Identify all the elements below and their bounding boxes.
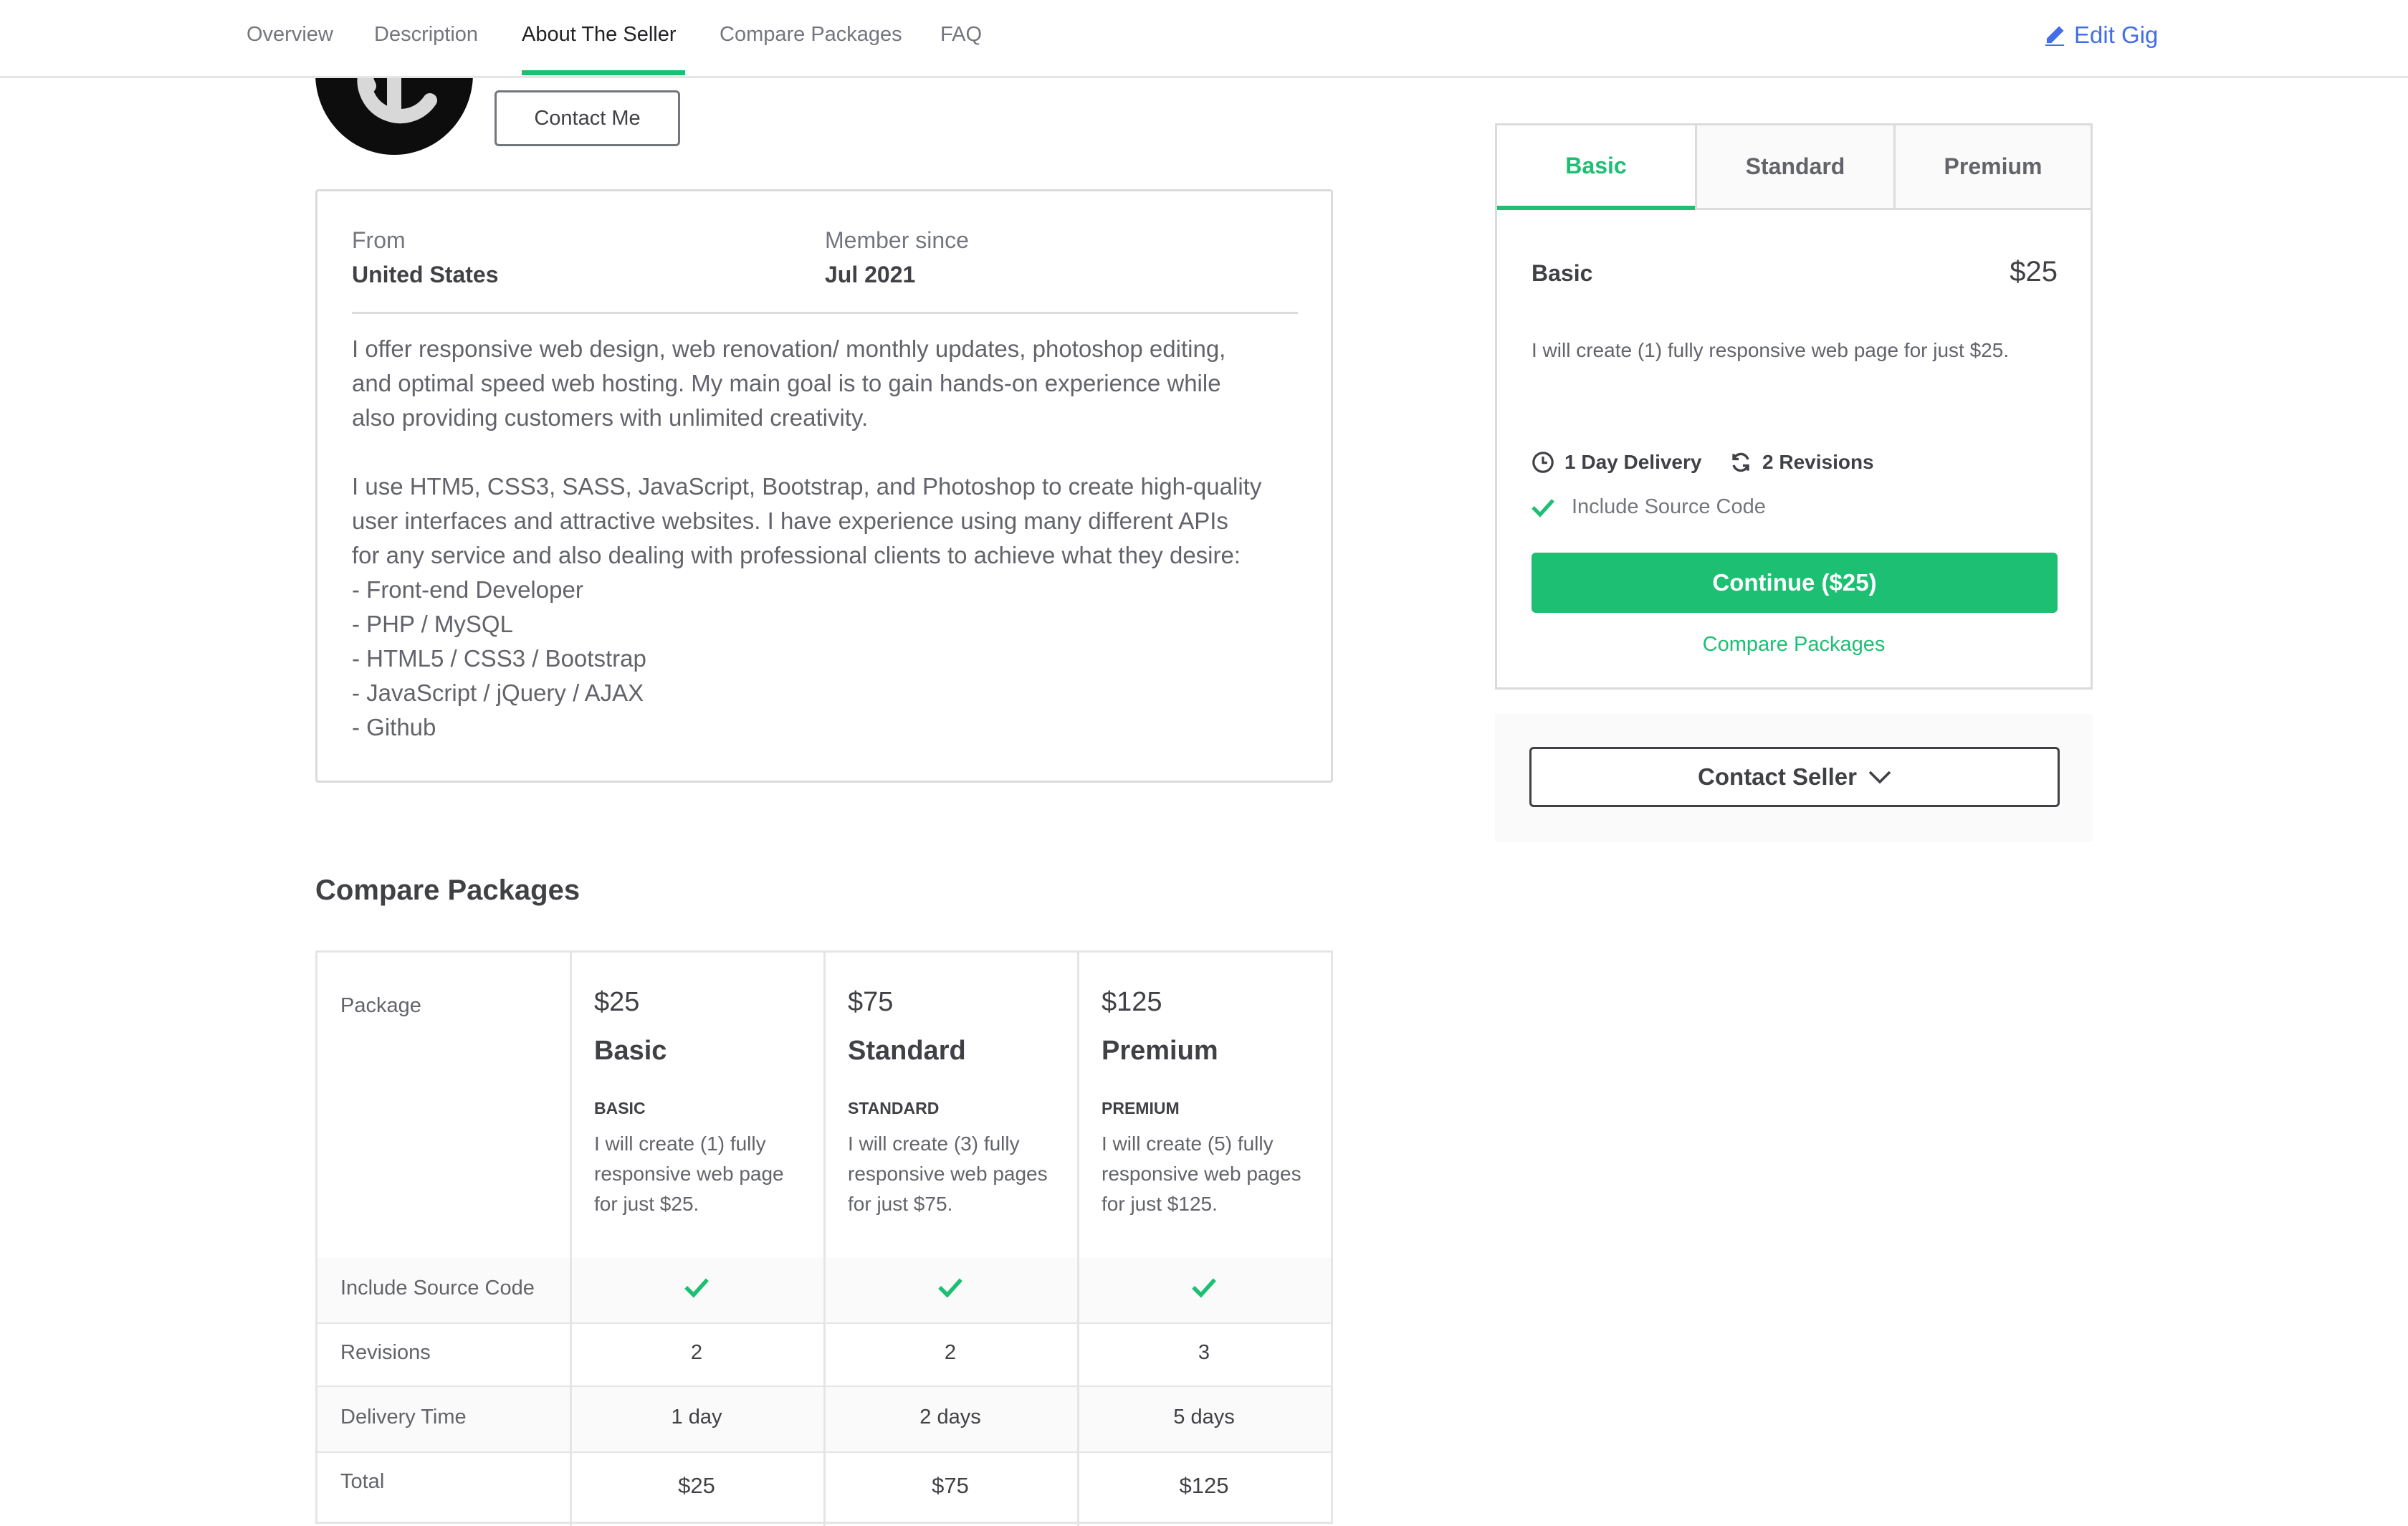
column-divider	[570, 953, 572, 1526]
description-line: - HTML5 / CSS3 / Bootstrap	[352, 645, 646, 672]
nav-tab-about-seller[interactable]: About The Seller	[522, 23, 677, 47]
from-label: From	[352, 227, 406, 253]
revisions-row-label: Revisions	[340, 1341, 431, 1364]
total-row-label: Total	[340, 1470, 385, 1493]
seller-description: I offer responsive web design, web renov…	[352, 332, 1312, 745]
contact-seller-panel: Contact Seller	[1495, 714, 2093, 841]
description-line: and optimal speed web hosting. My main g…	[352, 370, 1221, 396]
compare-packages-table: Package $25 Basic BASIC I will create (1…	[315, 950, 1333, 1526]
description-gap	[352, 435, 1312, 469]
edit-gig-label: Edit Gig	[2074, 22, 2159, 48]
description-line: - JavaScript / jQuery / AJAX	[352, 679, 644, 706]
chevron-down-icon	[1868, 771, 1891, 784]
nav-tab-faq[interactable]: FAQ	[940, 23, 982, 47]
package-name: Premium	[1102, 1036, 1218, 1066]
total-cell: $75	[932, 1473, 969, 1498]
gig-page-nav: Overview Description About The Seller Co…	[0, 0, 2408, 78]
description-line: I use HTM5, CSS3, SASS, JavaScript, Boot…	[352, 473, 1262, 500]
package-price: $125	[1102, 987, 1162, 1017]
seller-info-card: From United States Member since Jul 2021…	[315, 189, 1333, 783]
description-line: - Github	[352, 714, 436, 740]
column-divider	[823, 953, 826, 1526]
package-tag: BASIC	[594, 1099, 646, 1117]
edit-gig-link[interactable]: Edit Gig	[2044, 22, 2158, 49]
package-description: I will create (3) fully responsive web p…	[848, 1132, 1048, 1215]
selected-package-description: I will create (1) fully responsive web p…	[1532, 339, 2010, 361]
divider	[352, 312, 1298, 314]
package-name: Standard	[848, 1036, 966, 1066]
total-cell: $25	[678, 1473, 715, 1498]
selected-package-price: $25	[2010, 256, 2058, 287]
package-name: Basic	[594, 1036, 667, 1066]
package-price: $75	[848, 987, 894, 1017]
member-since-value: Jul 2021	[825, 262, 916, 287]
description-line: also providing customers with unlimited …	[352, 404, 869, 431]
description-line: for any service and also dealing with pr…	[352, 542, 1241, 568]
total-cell: $125	[1179, 1473, 1229, 1498]
revisions-cell: 2	[944, 1341, 957, 1364]
description-line: - Front-end Developer	[352, 576, 583, 603]
pencil-icon	[2045, 26, 2065, 46]
check-icon	[938, 1278, 962, 1298]
nav-tab-compare-packages[interactable]: Compare Packages	[720, 23, 902, 47]
compare-packages-title: Compare Packages	[315, 874, 580, 906]
check-icon	[684, 1278, 709, 1298]
package-tag: STANDARD	[848, 1099, 940, 1117]
feature-text: Include Source Code	[1572, 495, 1766, 518]
contact-me-button[interactable]: Contact Me	[494, 90, 680, 146]
check-icon	[1532, 498, 1554, 518]
description-line: user interfaces and attractive websites.…	[352, 507, 1228, 534]
member-since-label: Member since	[825, 227, 969, 253]
contact-seller-button[interactable]: Contact Seller	[1529, 747, 2060, 807]
check-icon	[1192, 1278, 1216, 1298]
from-value: United States	[352, 262, 499, 287]
description-line: - PHP / MySQL	[352, 611, 513, 637]
clock-icon	[1532, 452, 1554, 473]
package-selector: Basic Standard Premium Basic $25 I will …	[1495, 123, 2093, 690]
tab-basic[interactable]: Basic	[1497, 125, 1695, 210]
delivery-cell: 2 days	[919, 1406, 981, 1429]
package-description: I will create (1) fully responsive web p…	[594, 1132, 784, 1215]
delivery-text: 1 Day Delivery	[1564, 451, 1702, 473]
description-line: I offer responsive web design, web renov…	[352, 335, 1226, 362]
delivery-row-label: Delivery Time	[340, 1406, 467, 1429]
delivery-cell: 1 day	[671, 1406, 722, 1429]
refresh-icon	[1732, 452, 1749, 472]
delivery-cell: 5 days	[1173, 1406, 1235, 1429]
nav-tab-overview[interactable]: Overview	[247, 23, 333, 47]
revisions-text: 2 Revisions	[1762, 451, 1874, 473]
tab-standard[interactable]: Standard	[1697, 125, 1893, 210]
source-code-row-label: Include Source Code	[340, 1277, 535, 1300]
continue-button[interactable]: Continue ($25)	[1532, 553, 2058, 613]
column-divider	[1077, 953, 1079, 1526]
selected-package-name: Basic	[1532, 260, 1593, 286]
package-tabs: Basic Standard Premium	[1497, 125, 2091, 210]
package-price: $25	[594, 987, 640, 1017]
nav-tab-description[interactable]: Description	[374, 23, 478, 47]
compare-packages-link[interactable]: Compare Packages	[1497, 633, 2091, 657]
revisions-cell: 3	[1198, 1341, 1210, 1364]
package-row-label: Package	[340, 994, 421, 1017]
package-tag: PREMIUM	[1102, 1099, 1180, 1117]
active-tab-indicator	[522, 70, 685, 75]
tab-premium[interactable]: Premium	[1896, 125, 2091, 210]
contact-seller-label: Contact Seller	[1698, 763, 1857, 790]
revisions-info: 2 Revisions	[1729, 451, 1874, 474]
delivery-info: 1 Day Delivery	[1532, 451, 1701, 474]
revisions-cell: 2	[690, 1341, 703, 1364]
feature-item: Include Source Code	[1532, 495, 1766, 519]
package-description: I will create (5) fully responsive web p…	[1102, 1132, 1301, 1215]
